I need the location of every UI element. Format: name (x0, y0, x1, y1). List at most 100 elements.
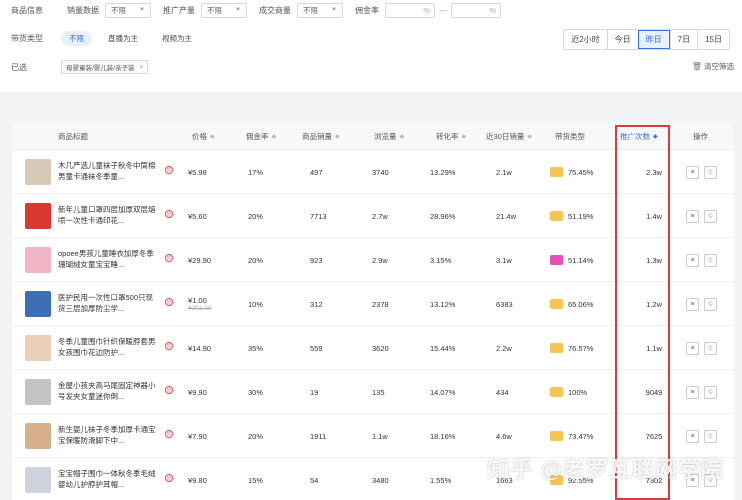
product-title[interactable]: 金屋小孩夹高马尾固定神器小号发夹女童迷你倒... (58, 380, 158, 402)
type-percent: 75.45% (568, 167, 594, 177)
list-icon[interactable]: ≡ (686, 385, 699, 399)
product-thumbnail[interactable] (25, 159, 51, 185)
filter-row-product-info: 商品信息 销量数据 不限 ▼ 推广产量 不限 ▼ 成交商量 不限 ▼ 佣金率 % — … (11, 2, 501, 18)
star-icon[interactable]: ☆ (704, 253, 717, 267)
header-views[interactable]: 浏览量 ◆ (374, 122, 404, 150)
live-type-icon (550, 343, 563, 353)
deals-select[interactable]: 不限 ▼ (297, 2, 343, 18)
header-price[interactable]: 价格 ◆ (192, 122, 215, 150)
table-row[interactable]: 金屋小孩夹高马尾固定神器小号发夹女童迷你倒... ◎ ¥9.90 30% 19 135 14… (12, 370, 734, 414)
commission-min-input[interactable]: % (385, 2, 435, 18)
views-cell: 135 (372, 387, 385, 397)
product-title[interactable]: 新年儿童口罩四层加厚双层熔喷一次性卡通印花... (58, 204, 158, 226)
product-title[interactable]: opoee男孩儿童睡衣加厚冬季珊瑚绒女童宝宝睡... (58, 248, 158, 270)
sales-select-value: 不限 (111, 5, 126, 15)
list-icon[interactable]: ≡ (686, 253, 699, 267)
filter-label-promotion: 推广产量 (163, 5, 195, 15)
product-title[interactable]: 宝宝帽子围巾一体秋冬季毛绒婴幼儿护脖护耳帽... (58, 468, 158, 490)
sort-icon: ◆ (527, 133, 532, 140)
header-promotions[interactable]: 推广次数 ◆ (620, 122, 658, 150)
close-icon[interactable]: × (140, 64, 144, 71)
product-title[interactable]: 冬季儿童围巾针织保暖脖套男女孩围巾花边防护... (58, 336, 158, 358)
type-option-video[interactable]: 视频为主 (154, 31, 200, 46)
table-row[interactable]: 新年儿童口罩四层加厚双层熔喷一次性卡通印花... ◎ ¥5.60 20% 7713 2.7… (12, 194, 734, 238)
date-tab-15d[interactable]: 15日 (697, 30, 729, 49)
product-thumbnail[interactable] (25, 247, 51, 273)
actions-cell: ≡ ☆ (686, 370, 722, 414)
header-label: 操作 (693, 131, 708, 141)
sort-icon: ◆ (271, 133, 277, 140)
star-icon[interactable]: ☆ (704, 429, 717, 443)
header-label: 推广次数 (620, 131, 650, 141)
actions-cell: ≡ ☆ (686, 282, 722, 326)
star-icon[interactable]: ☆ (704, 341, 717, 355)
list-icon[interactable]: ≡ (686, 209, 699, 223)
conversion-cell: 13.12% (430, 299, 456, 309)
date-tab-2h[interactable]: 近2小时 (564, 30, 607, 49)
star-icon[interactable]: ☆ (704, 165, 717, 179)
sales30-cell: 3.1w (496, 255, 512, 265)
list-icon[interactable]: ≡ (686, 297, 699, 311)
product-thumbnail[interactable] (25, 467, 51, 493)
table-row[interactable]: 医护民用一次性口罩500只现货三层加厚防尘学... ◎ ¥1.00 ¥201.00 10… (12, 282, 734, 326)
table-row[interactable]: 冬季儿童围巾针织保暖脖套男女孩围巾花边防护... ◎ ¥14.90 35% 559 362… (12, 326, 734, 370)
product-title[interactable]: 医护民用一次性口罩500只现货三层加厚防尘学... (58, 292, 158, 314)
sales-cell: 497 (310, 167, 323, 177)
conversion-cell: 13.29% (430, 167, 456, 177)
filter-label-sales: 销量数据 (67, 5, 99, 15)
views-cell: 1.1w (372, 431, 388, 441)
price-value: ¥14.90 (188, 343, 211, 353)
type-option-live[interactable]: 直播为主 (100, 31, 146, 46)
product-title[interactable]: 新生婴儿袜子冬季加厚卡通宝宝保暖防滑脚下中... (58, 424, 158, 446)
sales30-cell: 21.4w (496, 211, 517, 221)
promotion-select[interactable]: 不限 ▼ (201, 2, 247, 18)
date-tab-7d[interactable]: 7日 (669, 30, 698, 49)
header-sales[interactable]: 商品销量 ◆ (302, 122, 340, 150)
percent-unit: % (423, 5, 430, 15)
filter-row-selected: 已选 母婴童装/婴儿装/亲子装 × (11, 59, 149, 75)
product-thumbnail[interactable] (25, 203, 51, 229)
price-value: ¥7.90 (188, 431, 207, 441)
sort-icon: ◆ (461, 133, 467, 140)
header-sales30[interactable]: 近30日销量 ◆ (486, 122, 532, 150)
store-icon: ◎ (165, 386, 173, 394)
promotion-select-value: 不限 (207, 5, 222, 15)
live-type-icon (550, 211, 563, 221)
commission-cell: 20% (248, 255, 264, 265)
table-row[interactable]: 木几严选儿童袜子秋冬中筒棉男童卡通袜冬季童... ◎ ¥5.98 17% 497 3740… (12, 150, 734, 194)
price-value: ¥5.60 (188, 211, 207, 221)
store-icon: ◎ (165, 254, 173, 262)
views-cell: 3620 (372, 343, 389, 353)
product-thumbnail[interactable] (25, 379, 51, 405)
commission-max-input[interactable]: % (451, 2, 501, 18)
type-option-all[interactable]: 不限 (61, 30, 92, 46)
product-thumbnail[interactable] (25, 423, 51, 449)
list-icon[interactable]: ≡ (686, 341, 699, 355)
conversion-cell: 18.16% (430, 431, 456, 441)
price-cell: ¥29.90 (188, 238, 211, 282)
range-dash: — (439, 5, 447, 15)
clear-filters-button[interactable]: 🗑 清空筛选 (692, 61, 734, 72)
selected-category-tag[interactable]: 母婴童装/婴儿装/亲子装 × (61, 60, 149, 74)
table-row[interactable]: opoee男孩儿童睡衣加厚冬季珊瑚绒女童宝宝睡... ◎ ¥29.90 20% 923 2… (12, 238, 734, 282)
commission-cell: 35% (248, 343, 264, 353)
star-icon[interactable]: ☆ (704, 385, 717, 399)
date-tab-yesterday[interactable]: 昨日 (637, 30, 670, 49)
price-cell: ¥14.90 (188, 326, 211, 370)
type-cell: 75.45% (550, 150, 593, 194)
type-percent: 100% (568, 387, 588, 397)
conversion-cell: 15.44% (430, 343, 456, 353)
star-icon[interactable]: ☆ (704, 297, 717, 311)
list-icon[interactable]: ≡ (686, 165, 699, 179)
header-conversion[interactable]: 转化率 ◆ (436, 122, 466, 150)
list-icon[interactable]: ≡ (686, 429, 699, 443)
sales-select[interactable]: 不限 ▼ (105, 2, 151, 18)
star-icon[interactable]: ☆ (704, 209, 717, 223)
header-commission[interactable]: 佣金率 ◆ (246, 122, 276, 150)
product-thumbnail[interactable] (25, 291, 51, 317)
type-cell: 76.57% (550, 326, 593, 370)
date-tab-today[interactable]: 今日 (606, 30, 638, 49)
product-title[interactable]: 木几严选儿童袜子秋冬中筒棉男童卡通袜冬季童... (58, 160, 158, 182)
filter-panel: 商品信息 销量数据 不限 ▼ 推广产量 不限 ▼ 成交商量 不限 ▼ 佣金率 % — … (0, 0, 742, 92)
product-thumbnail[interactable] (25, 335, 51, 361)
